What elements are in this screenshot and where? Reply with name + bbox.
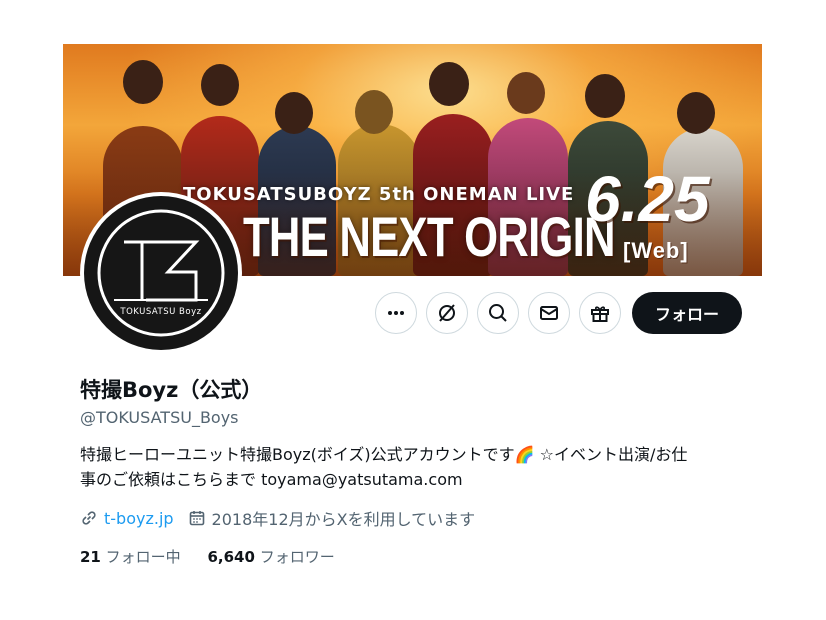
joined-date: 2018年12月からXを利用しています <box>211 510 476 529</box>
profile-bio: 特撮ヒーローユニット特撮Boyz(ボイズ)公式アカウントです🌈 ☆イベント出演/… <box>80 442 745 492</box>
user-handle: @TOKUSATSU_Boys <box>80 408 239 427</box>
message-button[interactable] <box>528 292 570 334</box>
avatar-label: TOKUSATSU Boyz <box>120 307 202 317</box>
banner-subtitle: TOKUSATSUBOYZ 5th ONEMAN LIVE <box>183 184 575 205</box>
following-label: フォロー中 <box>105 548 181 566</box>
avatar-logo: TOKUSATSU Boyz <box>84 196 238 350</box>
avatar[interactable]: TOKUSATSU Boyz <box>80 192 242 354</box>
more-icon <box>388 311 404 315</box>
grok-icon <box>439 304 455 322</box>
search-button[interactable] <box>477 292 519 334</box>
website-link[interactable]: t-boyz.jp <box>104 509 174 528</box>
followers-label: フォロワー <box>259 548 335 566</box>
mail-icon <box>540 306 558 320</box>
grok-button[interactable] <box>426 292 468 334</box>
bio-line: 特撮ヒーローユニット特撮Boyz(ボイズ)公式アカウントです🌈 ☆イベント出演/… <box>80 445 688 464</box>
more-button[interactable] <box>375 292 417 334</box>
followers-link[interactable]: 6,640 フォロワー <box>207 548 334 566</box>
following-link[interactable]: 21 フォロー中 <box>80 548 185 566</box>
search-icon <box>489 304 507 322</box>
tb-logo-icon <box>97 209 225 337</box>
profile-card: TOKUSATSUBOYZ 5th ONEMAN LIVE THE NEXT O… <box>63 44 762 576</box>
banner-date: 6.25 <box>585 163 710 235</box>
follow-stats: 21 フォロー中 6,640 フォロワー <box>80 546 335 567</box>
gift-icon <box>591 306 609 322</box>
follow-button[interactable]: フォロー <box>632 292 742 334</box>
calendar-icon <box>189 511 204 526</box>
gift-button[interactable] <box>579 292 621 334</box>
link-icon <box>82 511 96 525</box>
joined-item: 2018年12月からXを利用しています <box>188 506 476 530</box>
website-item[interactable]: t-boyz.jp <box>80 509 174 528</box>
followers-count: 6,640 <box>207 548 255 566</box>
display-name: 特撮Boyz（公式） <box>80 378 263 402</box>
bio-line: 事のご依頼はこちらまで toyama@yatsutama.com <box>80 470 463 489</box>
banner-web-label: [Web] <box>623 238 689 263</box>
following-count: 21 <box>80 548 101 566</box>
banner-title: THE NEXT ORIGIN <box>243 205 616 268</box>
profile-meta: t-boyz.jp 2018年12月からXを利用しています <box>80 506 489 530</box>
